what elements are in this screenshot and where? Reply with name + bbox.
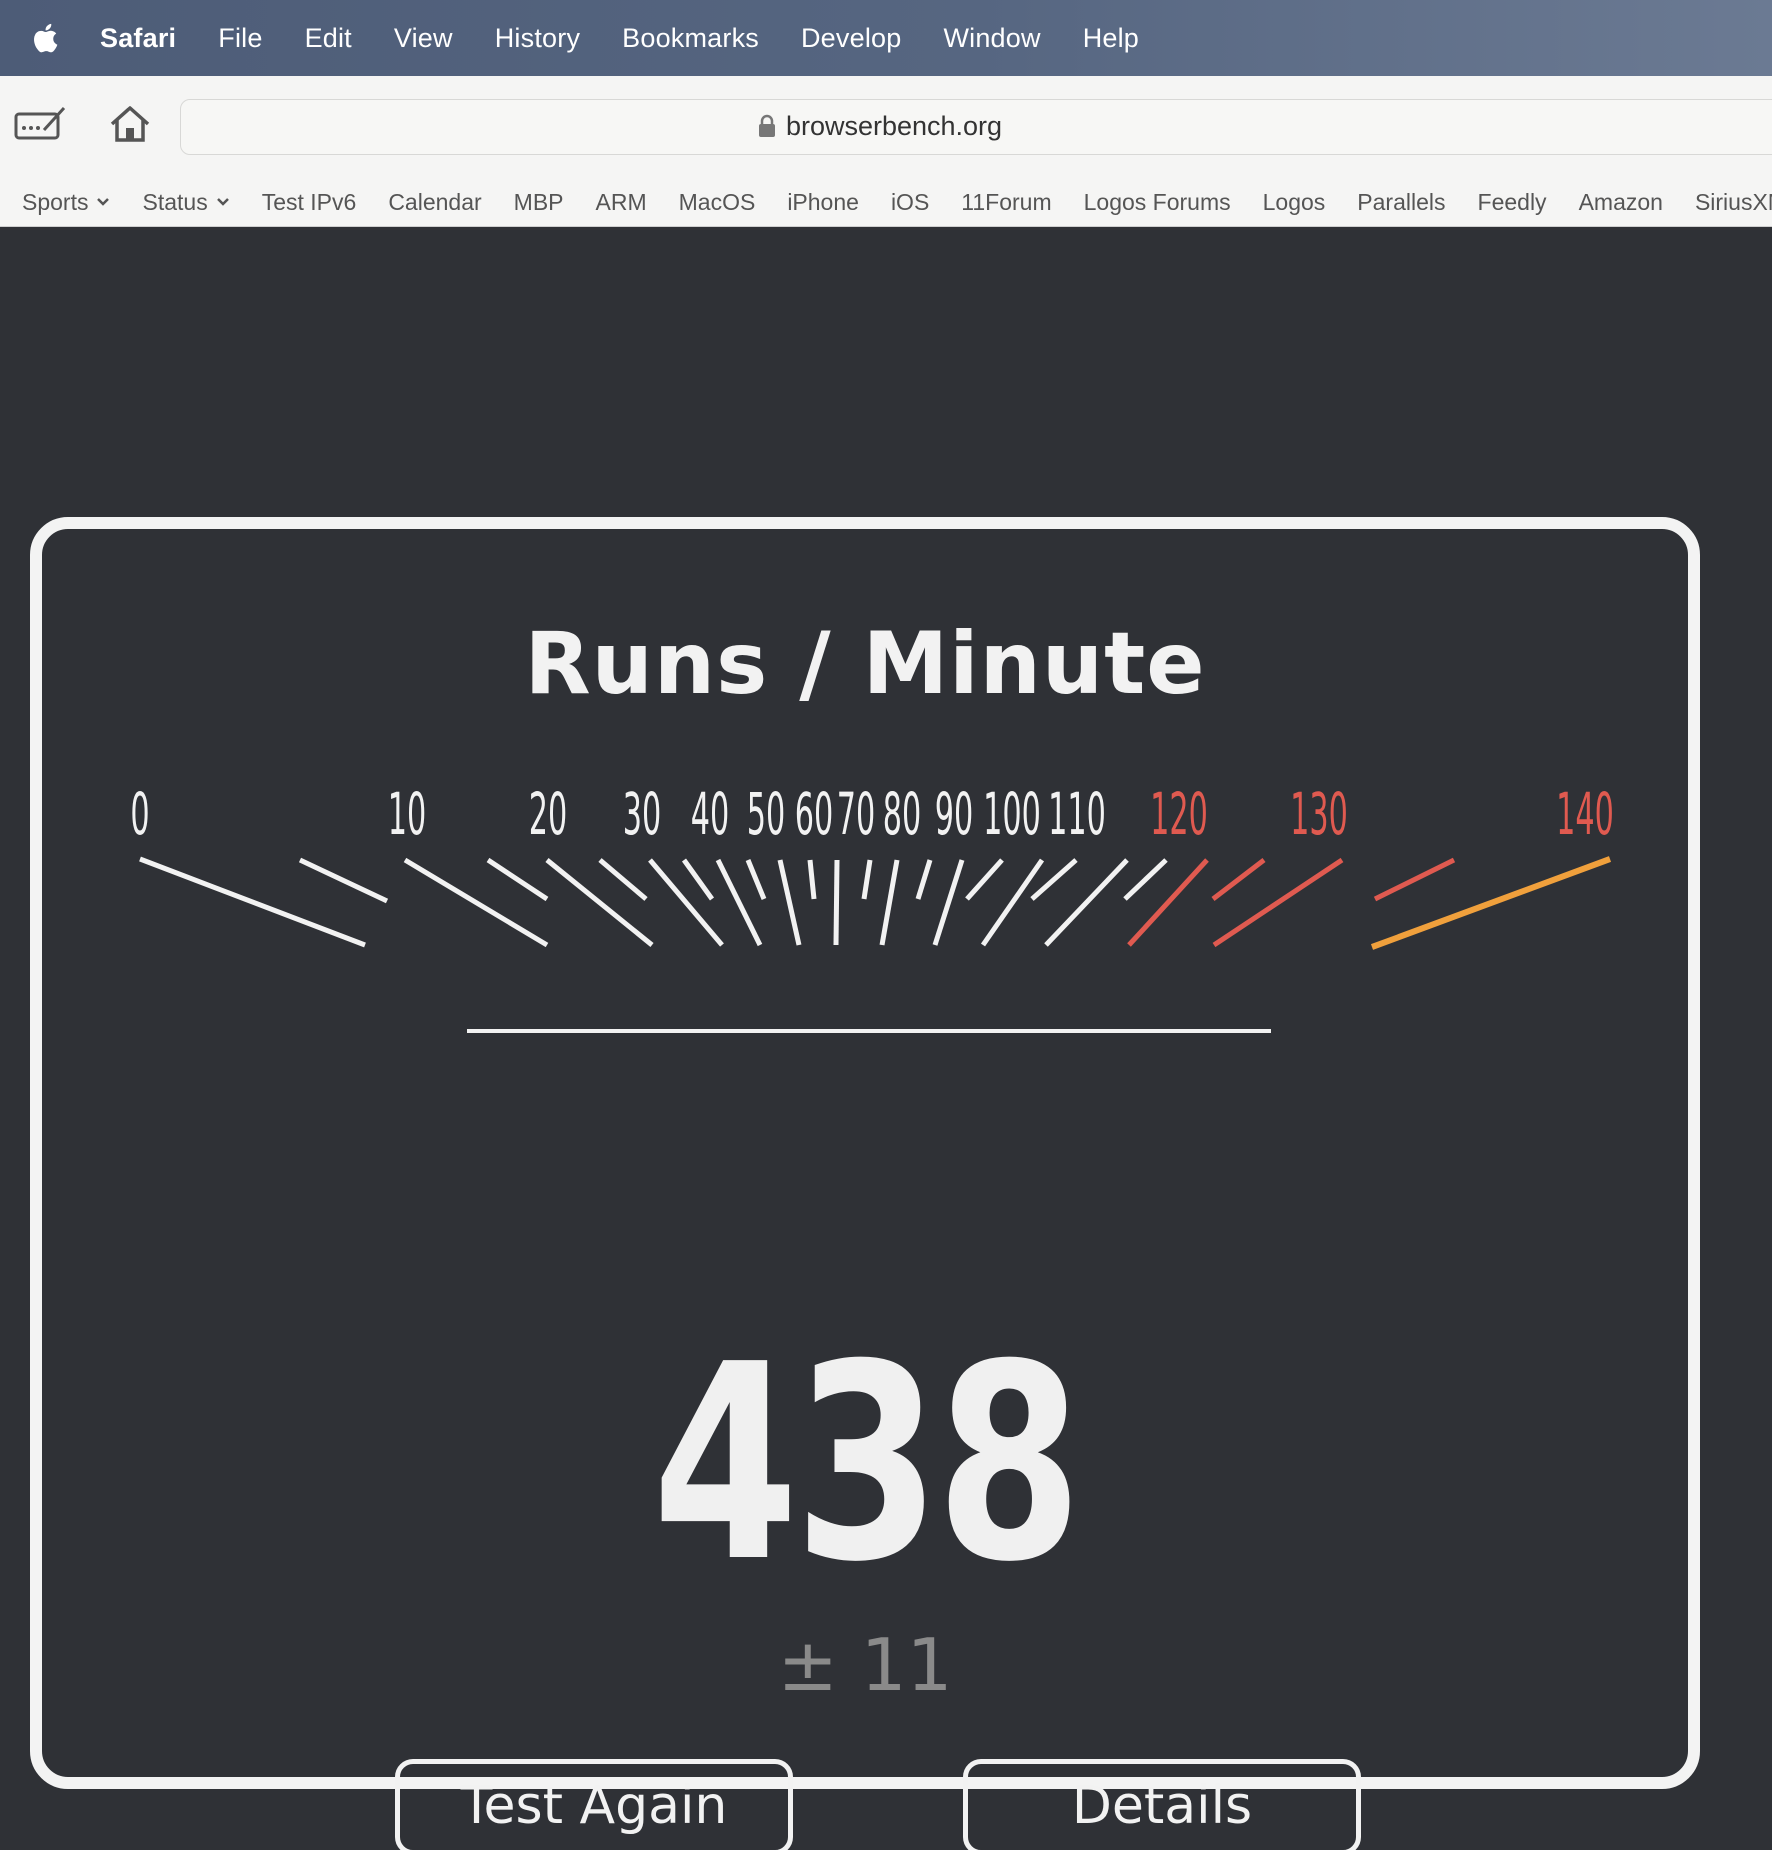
- gauge-label-90: 90: [935, 781, 974, 848]
- gauge-tick: [403, 857, 549, 948]
- gauge-tick: [879, 859, 900, 946]
- bookmark-siriusxm[interactable]: SiriusXM: [1695, 189, 1772, 216]
- results-panel: Runs / Minute 0 10 20 30 40 50 60 70 80 90 100 110 1…: [30, 517, 1700, 1850]
- menu-history[interactable]: History: [495, 23, 580, 54]
- menu-develop[interactable]: Develop: [801, 23, 901, 54]
- browser-toolbar: browserbench.org: [0, 76, 1772, 179]
- apple-logo-icon[interactable]: [30, 21, 64, 55]
- gauge-label-50: 50: [747, 781, 786, 848]
- gauge-tick: [1373, 857, 1456, 902]
- menu-view[interactable]: View: [394, 23, 453, 54]
- bookmarks-bar: Sports Status Test IPv6 Calendar MBP ARM…: [0, 178, 1772, 227]
- menu-bookmarks[interactable]: Bookmarks: [622, 23, 759, 54]
- bookmark-calendar[interactable]: Calendar: [388, 189, 481, 216]
- gauge-tick: [861, 859, 873, 900]
- url-display[interactable]: browserbench.org: [0, 99, 1760, 153]
- gauge-label-140: 140: [1556, 781, 1614, 848]
- gauge-label-30: 30: [623, 781, 662, 848]
- score-value: 438: [652, 1306, 1082, 1621]
- bookmark-macos[interactable]: MacOS: [679, 189, 756, 216]
- gauge-label-80: 80: [883, 781, 922, 848]
- gauge-tick: [1127, 858, 1209, 947]
- gauge-label-60: 60: [795, 781, 834, 848]
- gauge-label-40: 40: [691, 781, 730, 848]
- gauge-label-100: 100: [983, 781, 1041, 848]
- gauge-label-10: 10: [388, 781, 427, 848]
- menu-safari[interactable]: Safari: [100, 23, 176, 54]
- gauge-tick: [965, 858, 1004, 901]
- gauge-label-0: 0: [130, 781, 149, 848]
- gauge-tick: [298, 857, 389, 904]
- bookmark-logos[interactable]: Logos: [1263, 189, 1326, 216]
- menu-edit[interactable]: Edit: [305, 23, 352, 54]
- speed-gauge: 0 10 20 30 40 50 60 70 80 90 100 110 120 130 140: [130, 781, 1614, 1033]
- gauge-tick: [777, 859, 802, 946]
- bookmark-feedly[interactable]: Feedly: [1478, 189, 1547, 216]
- bookmark-amazon[interactable]: Amazon: [1579, 189, 1663, 216]
- score-error: ± 11: [777, 1623, 953, 1707]
- gauge-tick: [1211, 858, 1266, 901]
- gauge-tick: [932, 859, 965, 946]
- gauge-tick: [915, 859, 933, 900]
- gauge-tick: [681, 858, 715, 901]
- gauge-label-110: 110: [1048, 781, 1106, 848]
- page-content: Runs / Minute 0 10 20 30 40 50 60 70 80 90 100 110 1…: [0, 227, 1772, 1850]
- bookmark-iphone[interactable]: iPhone: [787, 189, 859, 216]
- gauge-tick: [598, 858, 648, 901]
- gauge-tick: [545, 858, 654, 947]
- gauge-tick: [745, 859, 767, 900]
- menu-file[interactable]: File: [218, 23, 262, 54]
- gauge-tick: [833, 859, 840, 946]
- chevron-down-icon: [97, 198, 110, 206]
- gauge-needle: [1370, 856, 1612, 950]
- chevron-down-icon: [216, 198, 229, 206]
- gauge-label-20: 20: [529, 781, 568, 848]
- menu-window[interactable]: Window: [943, 23, 1040, 54]
- gauge-tick: [486, 857, 549, 902]
- bookmark-11forum[interactable]: 11Forum: [961, 189, 1051, 216]
- bookmark-test-ipv6[interactable]: Test IPv6: [262, 189, 357, 216]
- menu-help[interactable]: Help: [1083, 23, 1139, 54]
- gauge-tick: [807, 859, 817, 900]
- gauge-tick: [139, 856, 366, 948]
- gauge-label-70: 70: [837, 781, 876, 848]
- gauge-tick: [1123, 858, 1168, 901]
- test-again-button[interactable]: Test Again: [395, 1759, 793, 1850]
- bookmark-status[interactable]: Status: [142, 189, 229, 216]
- gauge-tick: [1212, 857, 1344, 948]
- gauge-label-130: 130: [1290, 781, 1348, 848]
- bookmark-sports[interactable]: Sports: [22, 189, 110, 216]
- bookmark-logos-forums[interactable]: Logos Forums: [1084, 189, 1231, 216]
- details-button[interactable]: Details: [963, 1759, 1361, 1850]
- bookmark-arm[interactable]: ARM: [596, 189, 647, 216]
- url-text: browserbench.org: [785, 111, 1003, 141]
- menu-bar: Safari File Edit View History Bookmarks …: [0, 0, 1772, 76]
- gauge-label-120: 120: [1150, 781, 1208, 848]
- bookmark-parallels[interactable]: Parallels: [1357, 189, 1445, 216]
- gauge-tick: [648, 858, 724, 947]
- lock-icon: [758, 114, 775, 137]
- bookmark-mbp[interactable]: MBP: [514, 189, 564, 216]
- bookmark-ios[interactable]: iOS: [891, 189, 929, 216]
